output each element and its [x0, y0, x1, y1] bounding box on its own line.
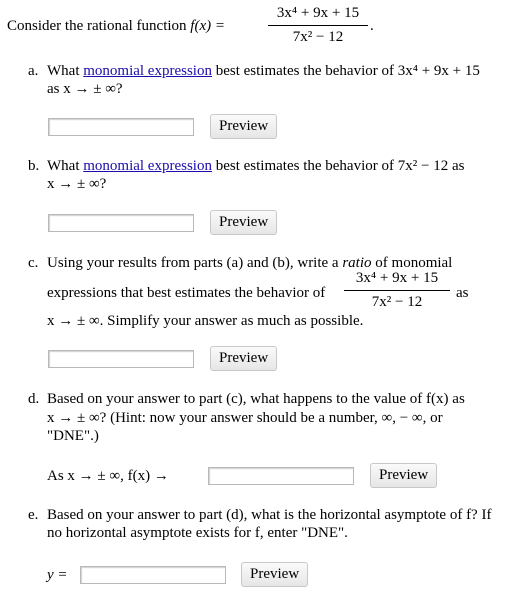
part-a-preview-button[interactable]: Preview — [210, 114, 278, 139]
part-c-label: c. — [28, 255, 39, 271]
part-b-line2: x → ± ∞? — [47, 176, 107, 192]
part-a-post: best estimates the behavior of 3x⁴ + 9x … — [215, 63, 480, 79]
part-d-answer-input[interactable] — [208, 467, 354, 485]
intro-label: Consider the rational function — [7, 18, 187, 34]
part-e-line1: Based on your answer to part (d), what i… — [47, 507, 492, 523]
part-a-line2: as x → ± ∞? — [47, 81, 123, 97]
intro-function: f(x) = — [190, 18, 225, 34]
intro-text: Consider the rational function f(x) = — [7, 17, 225, 35]
part-c-line3: x → ± ∞. Simplify your answer as much as… — [47, 313, 364, 329]
part-d-prompt: As x → ± ∞, f(x) → — [47, 468, 169, 484]
part-c-fraction-bar — [344, 290, 450, 291]
part-d-line3: "DNE".) — [47, 428, 99, 444]
intro-fraction: 3x⁴ + 9x + 15 7x² − 12 — [268, 5, 368, 46]
part-c-answer-input[interactable] — [48, 350, 194, 368]
part-b-post: best estimates the behavior of 7x² − 12 … — [215, 158, 465, 174]
intro-period: . — [370, 18, 374, 34]
part-d-line2: x → ± ∞? (Hint: now your answer should b… — [47, 410, 443, 426]
part-e-answer-input[interactable] — [80, 566, 226, 584]
part-b-pre: What — [47, 158, 80, 174]
part-c-preview-button[interactable]: Preview — [210, 346, 278, 371]
monomial-expression-link-b[interactable]: monomial expression — [83, 158, 212, 174]
part-a-label: a. — [28, 63, 39, 79]
intro-numerator: 3x⁴ + 9x + 15 — [276, 5, 360, 21]
part-a-answer-input[interactable] — [48, 118, 194, 136]
monomial-expression-link-a[interactable]: monomial expression — [83, 63, 212, 79]
part-c-as: as — [456, 285, 469, 301]
intro-denominator: 7x² − 12 — [292, 29, 344, 45]
part-c-ratio: ratio — [342, 255, 372, 271]
part-a-question: What monomial expression best estimates … — [47, 62, 480, 80]
part-d-preview-button[interactable]: Preview — [370, 463, 438, 488]
part-b-question: What monomial expression best estimates … — [47, 157, 464, 175]
part-d-line1: Based on your answer to part (c), what h… — [47, 391, 465, 407]
part-b-preview-button[interactable]: Preview — [210, 210, 278, 235]
part-e-label: e. — [28, 507, 39, 523]
part-e-preview-button[interactable]: Preview — [241, 562, 309, 587]
part-c-numerator: 3x⁴ + 9x + 15 — [355, 270, 439, 286]
part-d-label: d. — [28, 391, 40, 407]
part-e-prompt: y = — [47, 567, 68, 583]
part-c-line2: expressions that best estimates the beha… — [47, 285, 326, 301]
part-c-fraction: 3x⁴ + 9x + 15 7x² − 12 — [344, 270, 450, 311]
part-b-answer-input[interactable] — [48, 214, 194, 232]
intro-fraction-bar — [268, 25, 368, 26]
part-b-label: b. — [28, 158, 40, 174]
part-a-pre: What — [47, 63, 80, 79]
part-e-line2: no horizontal asymptote exists for f, en… — [47, 525, 348, 541]
part-c-line1-a: Using your results from parts (a) and (b… — [47, 255, 339, 271]
part-c-line1-b: of monomial — [375, 255, 453, 271]
part-c-denominator: 7x² − 12 — [371, 294, 423, 310]
